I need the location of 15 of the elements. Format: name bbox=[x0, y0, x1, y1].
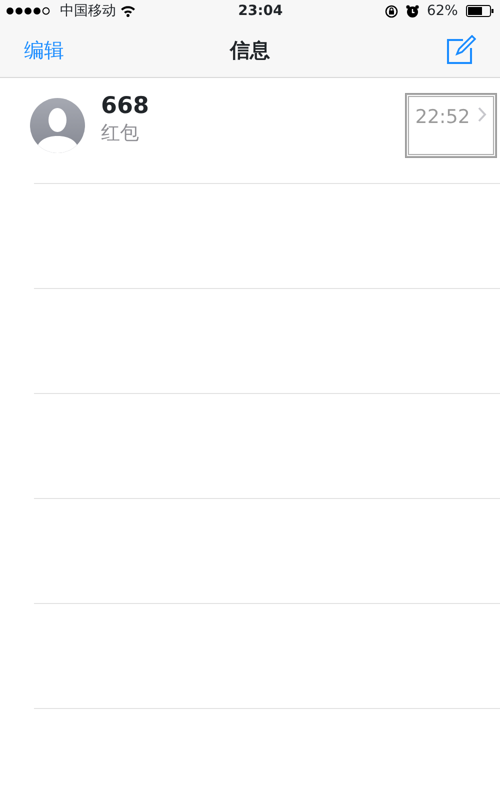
carrier-name: 中国移动 bbox=[60, 2, 116, 20]
battery-icon bbox=[466, 5, 494, 17]
avatar-icon bbox=[30, 98, 85, 153]
conversation-row[interactable]: 668 红包 22:52 bbox=[0, 78, 500, 183]
alarm-icon bbox=[406, 4, 419, 18]
status-time: 23:04 bbox=[238, 2, 283, 20]
contact-name: 668 bbox=[101, 94, 150, 120]
chevron-icon bbox=[478, 107, 487, 122]
wifi-icon bbox=[120, 5, 136, 17]
message-preview: 红包 bbox=[101, 121, 140, 146]
message-time: 22:52 bbox=[415, 105, 470, 130]
compose-icon[interactable] bbox=[446, 34, 476, 64]
nav-title: 信息 bbox=[230, 36, 270, 64]
rotation-lock-icon bbox=[384, 4, 398, 18]
battery-percent: 62% bbox=[426, 2, 458, 20]
